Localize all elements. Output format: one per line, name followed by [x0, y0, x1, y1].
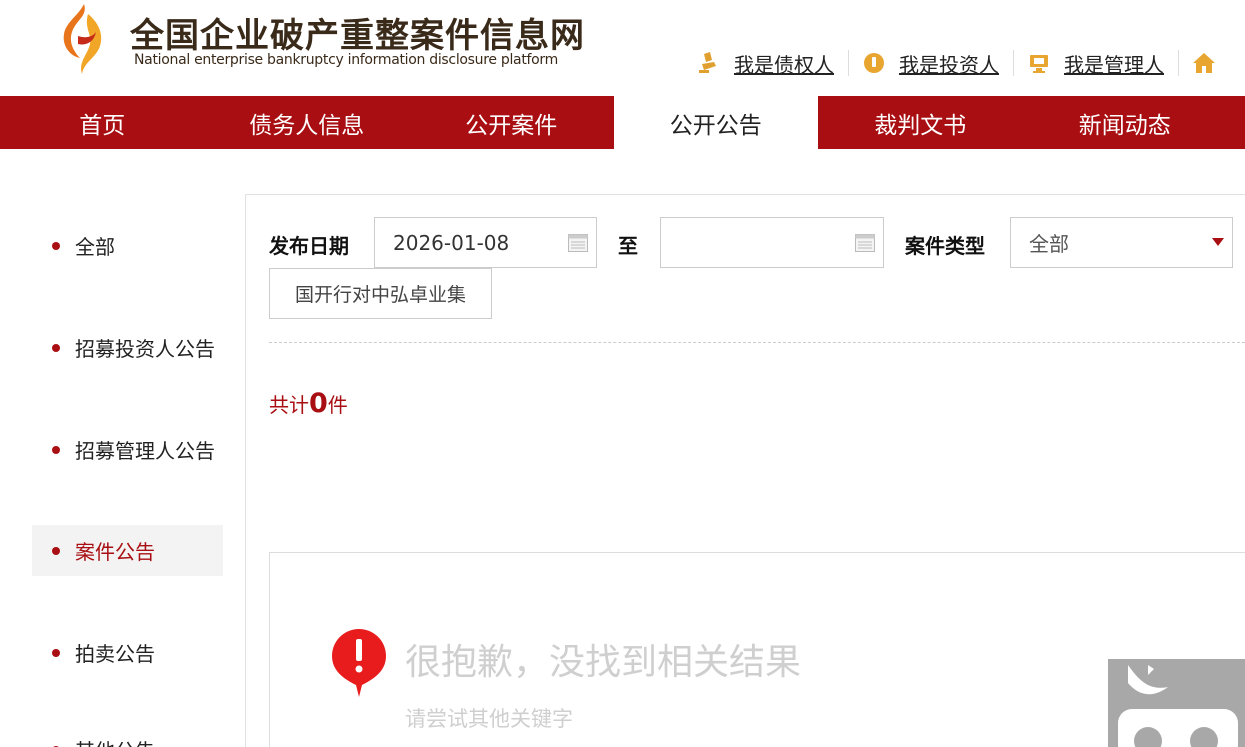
- bullet-icon: [52, 445, 60, 454]
- bullet-icon: [52, 648, 60, 657]
- sidebar-item-label: 拍卖公告: [75, 642, 155, 666]
- keyword-tag[interactable]: 国开行对中弘卓业集: [269, 268, 492, 319]
- administrator-link-label[interactable]: 我是管理人: [1064, 49, 1164, 78]
- bullet-icon: [52, 241, 60, 250]
- empty-title: 很抱歉，没找到相关结果: [405, 642, 802, 683]
- case-type-value: 全部: [1029, 232, 1069, 256]
- creditor-icon: [696, 50, 722, 76]
- flame-logo-icon[interactable]: [58, 2, 110, 76]
- bullet-icon: [52, 546, 60, 555]
- investor-link[interactable]: 我是投资人: [861, 48, 999, 78]
- empty-result-panel: 很抱歉，没找到相关结果 请尝试其他关键字: [269, 552, 1245, 747]
- date-label: 发布日期: [269, 234, 349, 258]
- date-from-value: 2026-01-08: [393, 230, 510, 255]
- count-number: 0: [309, 388, 328, 419]
- bullet-icon: [52, 343, 60, 352]
- creditor-link-label[interactable]: 我是债权人: [734, 49, 834, 78]
- date-to-input[interactable]: [660, 217, 884, 268]
- link-separator: [1013, 50, 1014, 76]
- home-icon[interactable]: [1191, 50, 1217, 76]
- administrator-link[interactable]: 我是管理人: [1026, 48, 1164, 78]
- sidebar-item-label: 招募投资人公告: [75, 337, 215, 361]
- sidebar-divider: [245, 194, 246, 747]
- calendar-icon[interactable]: [855, 234, 875, 252]
- count-prefix: 共计: [269, 393, 309, 417]
- sidebar-item-label: 案件公告: [75, 540, 155, 564]
- warning-icon: [332, 629, 386, 697]
- case-type-select[interactable]: 全部: [1010, 217, 1233, 268]
- date-range-separator: 至: [618, 234, 638, 258]
- chevron-down-icon: [1212, 238, 1224, 246]
- investor-icon: [861, 50, 887, 76]
- calendar-icon[interactable]: [568, 234, 588, 252]
- empty-illustration-icon: [1108, 659, 1245, 747]
- sidebar-item-administrator-recruit[interactable]: 招募管理人公告: [32, 424, 223, 475]
- empty-subtitle: 请尝试其他关键字: [405, 707, 573, 731]
- site-header: 全国企业破产重整案件信息网 National enterprise bankru…: [0, 0, 1245, 96]
- site-subtitle: National enterprise bankruptcy informati…: [134, 52, 558, 68]
- nav-home[interactable]: 首页: [0, 96, 205, 149]
- main-nav: 首页 债务人信息 公开案件 公开公告 裁判文书 新闻动态: [0, 96, 1245, 149]
- nav-news[interactable]: 新闻动态: [1023, 96, 1228, 149]
- sidebar-item-all[interactable]: 全部: [32, 220, 223, 271]
- result-count: 共计0件: [269, 388, 348, 419]
- sidebar-item-label: 招募管理人公告: [75, 439, 215, 463]
- sidebar-item-label: 全部: [75, 235, 115, 259]
- link-separator: [1178, 50, 1179, 76]
- sidebar-item-label: 其他公告: [75, 735, 155, 747]
- link-separator: [848, 50, 849, 76]
- sidebar-item-case-announcement[interactable]: 案件公告: [32, 525, 223, 576]
- sidebar-item-other[interactable]: 其他公告: [32, 724, 223, 747]
- investor-link-label[interactable]: 我是投资人: [899, 49, 999, 78]
- sidebar-item-auction[interactable]: 拍卖公告: [32, 627, 223, 678]
- date-from-input[interactable]: 2026-01-08: [374, 217, 597, 268]
- nav-public-cases[interactable]: 公开案件: [409, 96, 614, 149]
- administrator-icon: [1026, 50, 1052, 76]
- nav-debtor-info[interactable]: 债务人信息: [205, 96, 410, 149]
- sidebar-item-investor-recruit[interactable]: 招募投资人公告: [32, 322, 223, 373]
- filter-divider: [269, 342, 1245, 343]
- case-type-label: 案件类型: [905, 234, 985, 258]
- user-role-links: 我是债权人 我是投资人 我是管理人: [696, 48, 1217, 78]
- nav-public-announcements[interactable]: 公开公告: [613, 96, 818, 149]
- count-suffix: 件: [327, 393, 348, 417]
- nav-judgments[interactable]: 裁判文书: [818, 96, 1023, 149]
- content-top-border: [245, 194, 1245, 195]
- site-title: 全国企业破产重整案件信息网: [130, 16, 585, 56]
- creditor-link[interactable]: 我是债权人: [696, 48, 834, 78]
